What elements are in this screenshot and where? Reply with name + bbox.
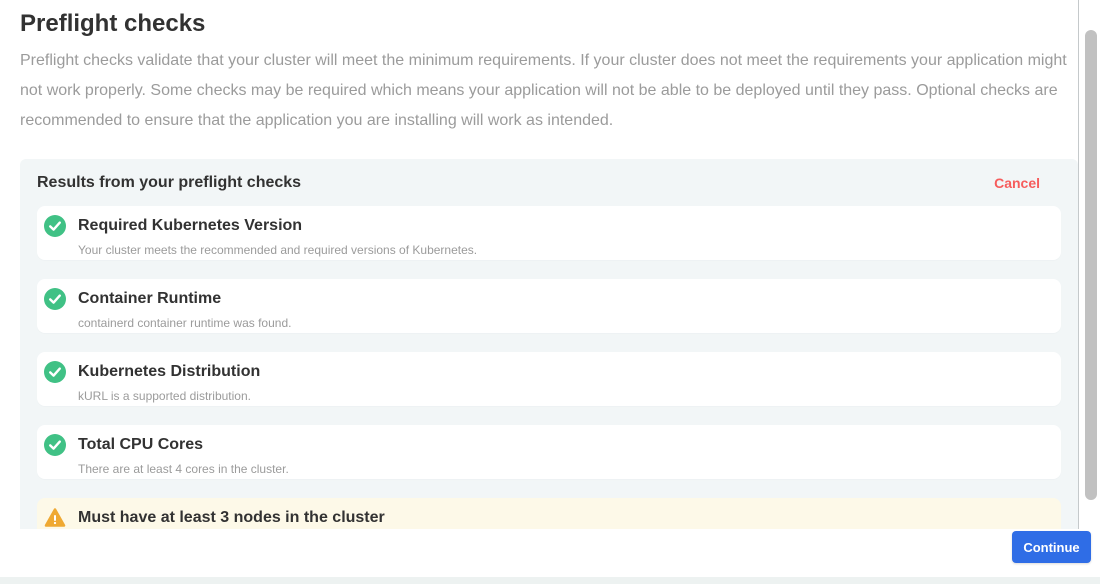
scrollbar-track[interactable]: [1080, 0, 1100, 577]
check-circle-icon: [44, 288, 66, 310]
check-message: There are at least 4 cores in the cluste…: [78, 462, 289, 476]
check-title: Required Kubernetes Version: [78, 216, 477, 235]
check-circle-icon: [44, 361, 66, 383]
check-item: Required Kubernetes Version Your cluster…: [37, 206, 1061, 260]
check-texts: Required Kubernetes Version Your cluster…: [78, 214, 477, 257]
page-description: Preflight checks validate that your clus…: [20, 46, 1068, 136]
panel-title: Results from your preflight checks: [37, 174, 301, 192]
page-bottom-strip: [0, 577, 1100, 584]
check-message: kURL is a supported distribution.: [78, 389, 260, 403]
check-texts: Container Runtime containerd container r…: [78, 287, 291, 330]
check-message: Your cluster meets the recommended and r…: [78, 243, 477, 257]
panel-header: Results from your preflight checks Cance…: [37, 174, 1061, 192]
footer-bar: Continue: [0, 529, 1100, 577]
preflight-content: Preflight checks Preflight checks valida…: [0, 0, 1079, 529]
check-texts: Total CPU Cores There are at least 4 cor…: [78, 433, 289, 476]
page-title: Preflight checks: [20, 10, 1058, 38]
check-title: Must have at least 3 nodes in the cluste…: [78, 508, 385, 527]
check-message: containerd container runtime was found.: [78, 316, 291, 330]
cancel-link[interactable]: Cancel: [994, 175, 1040, 191]
check-circle-icon: [44, 215, 66, 237]
check-item: Kubernetes Distribution kURL is a suppor…: [37, 352, 1061, 406]
preflight-results-panel: Results from your preflight checks Cance…: [20, 159, 1078, 529]
continue-button[interactable]: Continue: [1012, 531, 1091, 563]
check-title: Kubernetes Distribution: [78, 362, 260, 381]
check-item: Total CPU Cores There are at least 4 cor…: [37, 425, 1061, 479]
check-item: Must have at least 3 nodes in the cluste…: [37, 498, 1061, 529]
check-title: Total CPU Cores: [78, 435, 289, 454]
warning-triangle-icon: [44, 507, 66, 529]
check-title: Container Runtime: [78, 289, 291, 308]
check-texts: Kubernetes Distribution kURL is a suppor…: [78, 360, 260, 403]
check-circle-icon: [44, 434, 66, 456]
check-texts: Must have at least 3 nodes in the cluste…: [78, 506, 385, 529]
check-list: Required Kubernetes Version Your cluster…: [37, 206, 1061, 529]
check-item: Container Runtime containerd container r…: [37, 279, 1061, 333]
scrollbar-thumb[interactable]: [1085, 30, 1097, 500]
